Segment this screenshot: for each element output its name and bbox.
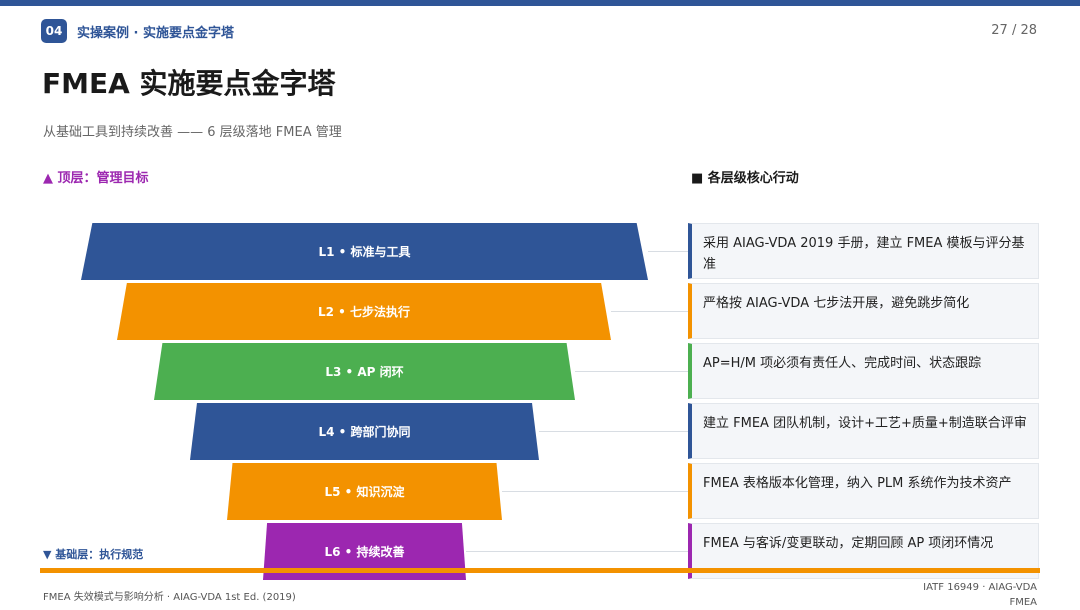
action-text: AP=H/M 项必须有责任人、完成时间、状态跟踪 xyxy=(703,356,982,371)
top-layer-label: ▲ 顶层：管理目标 xyxy=(43,171,149,186)
pyramid-layer-2: L2 • 七步法执行 xyxy=(117,283,611,340)
action-text: 严格按 AIAG-VDA 七步法开展，避免跳步简化 xyxy=(703,296,970,311)
pyramid-layer-5: L5 • 知识沉淀 xyxy=(227,463,502,520)
action-card-2: 严格按 AIAG-VDA 七步法开展，避免跳步简化 xyxy=(688,283,1039,339)
action-text: 建立 FMEA 团队机制，设计+工艺+质量+制造联合评审 xyxy=(703,416,1027,431)
action-card-3: AP=H/M 项必须有责任人、完成时间、状态跟踪 xyxy=(688,343,1039,399)
section-number-badge: 04 xyxy=(41,19,67,43)
top-accent-bar xyxy=(0,0,1080,6)
pyramid-layer-3: L3 • AP 闭环 xyxy=(154,343,575,400)
action-card-4: 建立 FMEA 团队机制，设计+工艺+质量+制造联合评审 xyxy=(688,403,1039,459)
action-text: 采用 AIAG-VDA 2019 手册，建立 FMEA 模板与评分基准 xyxy=(703,236,1025,272)
action-text: FMEA 与客诉/变更联动，定期回顾 AP 项闭环情况 xyxy=(703,536,994,551)
footer-source: FMEA 失效模式与影响分析 · AIAG-VDA 1st Ed. (2019) xyxy=(43,592,296,603)
layer-label: L3 • AP 闭环 xyxy=(325,365,404,379)
connector-line xyxy=(648,251,688,252)
layer-label: L2 • 七步法执行 xyxy=(317,305,411,319)
layer-label: L6 • 持续改善 xyxy=(324,545,405,559)
connector-line xyxy=(611,311,688,312)
connector-line xyxy=(502,491,688,492)
layer-label: L1 • 标准与工具 xyxy=(318,245,411,259)
action-card-5: FMEA 表格版本化管理，纳入 PLM 系统作为技术资产 xyxy=(688,463,1039,519)
connector-line xyxy=(466,551,688,552)
pyramid-layer-1: L1 • 标准与工具 xyxy=(81,223,648,280)
page-subtitle: 从基础工具到持续改善 —— 6 层级落地 FMEA 管理 xyxy=(43,125,342,140)
layer-label: L4 • 跨部门协同 xyxy=(318,425,411,439)
actions-heading: ■ 各层级核心行动 xyxy=(691,171,799,186)
base-layer-label: ▼ 基础层：执行规范 xyxy=(43,548,144,561)
page-title: FMEA 实施要点金字塔 xyxy=(42,67,336,100)
footer-standard: IATF 16949 · AIAG-VDA FMEA xyxy=(923,582,1037,608)
action-text: FMEA 表格版本化管理，纳入 PLM 系统作为技术资产 xyxy=(703,476,1012,491)
pyramid-layer-4: L4 • 跨部门协同 xyxy=(190,403,539,460)
page-number: 27 / 28 xyxy=(991,23,1037,38)
bottom-accent-line xyxy=(40,568,1040,573)
connector-line xyxy=(539,431,688,432)
connector-line xyxy=(575,371,688,372)
section-title: 实操案例 · 实施要点金字塔 xyxy=(77,26,234,41)
action-card-1: 采用 AIAG-VDA 2019 手册，建立 FMEA 模板与评分基准 xyxy=(688,223,1039,279)
layer-label: L5 • 知识沉淀 xyxy=(324,485,405,499)
